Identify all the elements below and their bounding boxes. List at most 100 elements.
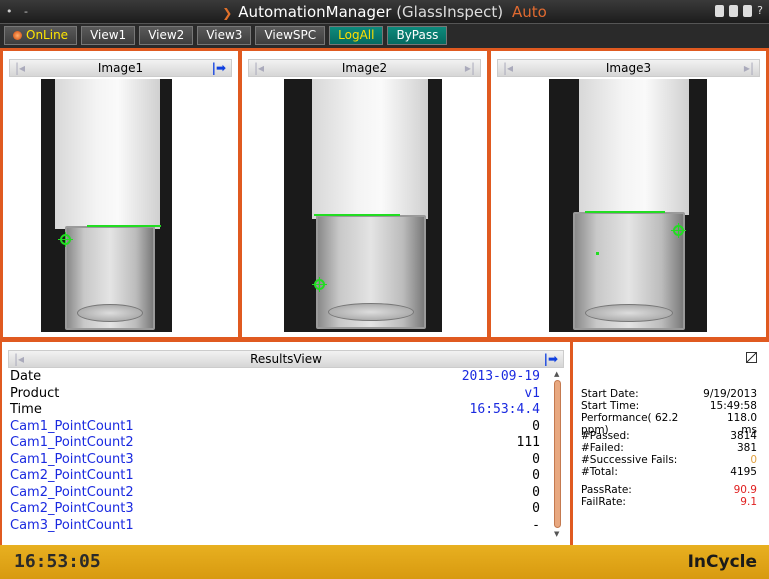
- stat-row: Start Date: 9/19/2013: [581, 388, 757, 400]
- glass-object: [573, 212, 685, 330]
- online-button-label: OnLine: [26, 28, 69, 42]
- machine-state: InCycle: [687, 552, 757, 572]
- refresh-icon[interactable]: [729, 5, 739, 17]
- lock-icon[interactable]: [743, 5, 753, 17]
- result-value: 16:53:4.4: [469, 402, 540, 417]
- next-arrow-icon[interactable]: |➡: [212, 60, 226, 76]
- stat-value: 3814: [730, 430, 757, 442]
- stat-value: 9.1: [740, 496, 757, 508]
- detection-target-icon: [58, 232, 73, 247]
- camera-background: [312, 79, 428, 219]
- window-controls: ?: [715, 5, 763, 17]
- stat-label: Performance( 62.2 ppm): [581, 412, 679, 436]
- view2-button[interactable]: View2: [139, 26, 194, 45]
- image-pane-label: Image1: [97, 61, 144, 75]
- stat-value: 9/19/2013: [703, 388, 757, 400]
- online-led-icon: [13, 31, 22, 40]
- image-pane-header: |◂ Image1 |➡: [9, 59, 232, 77]
- prev-arrow-icon[interactable]: |◂: [254, 60, 264, 76]
- edge-detection-line: [585, 211, 665, 213]
- results-row: Time 16:53:4.4: [10, 402, 540, 419]
- result-value: 0: [532, 418, 540, 434]
- image-pane-label: Image3: [605, 61, 652, 75]
- results-scrollbar[interactable]: ▲ ▼: [553, 370, 563, 538]
- image-pane-2: |◂ Image2 ▸|: [242, 51, 487, 337]
- result-key: Cam1_PointCount1: [10, 418, 134, 434]
- next-arrow-icon[interactable]: ▸|: [744, 60, 754, 76]
- stat-row: #Failed: 381: [581, 442, 757, 454]
- stat-row: Start Time: 15:49:58: [581, 400, 757, 412]
- view3-button[interactable]: View3: [197, 26, 252, 45]
- result-value: -: [532, 517, 540, 533]
- result-key: Cam2_PointCount2: [10, 484, 134, 500]
- result-value: 111: [516, 435, 540, 450]
- camera-image-3[interactable]: [549, 79, 707, 332]
- results-row: Date 2013-09-19: [10, 369, 540, 386]
- app-name: AutomationManager: [238, 3, 392, 21]
- stat-row: #Successive Fails: 0: [581, 454, 757, 466]
- status-clock: 16:53:05: [14, 551, 101, 572]
- result-value: 0: [532, 451, 540, 467]
- app-context: (GlassInspect): [396, 3, 504, 21]
- stat-row: Performance( 62.2 ppm) 118.0 ms: [581, 412, 757, 436]
- result-value: 0: [532, 484, 540, 500]
- result-value: 2013-09-19: [461, 369, 540, 384]
- stat-label: #Passed:: [581, 430, 630, 442]
- results-row: Product v1: [10, 386, 540, 403]
- camera-image-2[interactable]: [284, 79, 442, 332]
- results-row: Cam2_PointCount2 0: [10, 485, 540, 502]
- stat-label: #Successive Fails:: [581, 454, 678, 466]
- stat-row: #Passed: 3814: [581, 430, 757, 442]
- prev-arrow-icon[interactable]: |◂: [503, 60, 513, 76]
- result-key: Cam2_PointCount1: [10, 468, 134, 483]
- results-view: |◂ ResultsView |➡ Date 2013-09-19 Product…: [2, 342, 570, 545]
- viewspc-button[interactable]: ViewSPC: [255, 26, 326, 45]
- prev-arrow-icon[interactable]: |◂: [15, 60, 25, 76]
- edge-detection-line: [314, 214, 400, 216]
- next-arrow-icon[interactable]: |➡: [544, 351, 558, 367]
- glass-object: [316, 215, 426, 329]
- glass-base: [585, 304, 673, 322]
- camera-image-1[interactable]: [41, 79, 172, 332]
- window-title: ❯ AutomationManager (GlassInspect) Auto: [0, 3, 769, 21]
- detection-target-icon: [671, 223, 686, 238]
- stat-label: Start Date:: [581, 388, 639, 400]
- toolbar: OnLine View1 View2 View3 ViewSPC LogAll …: [0, 24, 769, 48]
- results-row: Cam2_PointCount3 0: [10, 501, 540, 518]
- results-header: |◂ ResultsView |➡: [8, 350, 564, 368]
- stat-label: PassRate:: [581, 484, 632, 496]
- run-mode: Auto: [511, 3, 547, 21]
- results-row: Cam1_PointCount1 0: [10, 419, 540, 436]
- stat-row: FailRate: 9.1: [581, 496, 757, 508]
- app-arrow-icon: ❯: [222, 6, 233, 20]
- scroll-up-icon[interactable]: ▲: [554, 370, 559, 378]
- image-panes: |◂ Image1 |➡ |◂ Image2 ▸| |◂ Image3 ▸|: [0, 48, 769, 340]
- glass-base: [328, 303, 414, 321]
- results-row: Cam2_PointCount1 0: [10, 468, 540, 485]
- status-bar: 16:53:05 InCycle: [0, 545, 769, 579]
- prev-arrow-icon[interactable]: |◂: [14, 351, 24, 367]
- results-title: ResultsView: [250, 352, 322, 366]
- save-icon[interactable]: [715, 5, 725, 17]
- bypass-button[interactable]: ByPass: [387, 26, 448, 45]
- stat-label: FailRate:: [581, 496, 626, 508]
- help-icon[interactable]: ?: [757, 5, 763, 17]
- online-button[interactable]: OnLine: [4, 26, 78, 45]
- logall-button[interactable]: LogAll: [329, 26, 384, 45]
- chart-icon[interactable]: [746, 352, 757, 363]
- stat-value: 4195: [730, 466, 757, 478]
- stat-label: #Total:: [581, 466, 618, 478]
- defect-point: [596, 252, 599, 255]
- next-arrow-icon[interactable]: ▸|: [465, 60, 475, 76]
- image-pane-header: |◂ Image3 ▸|: [497, 59, 760, 77]
- result-value: 0: [532, 501, 540, 516]
- title-bar: • - ❯ AutomationManager (GlassInspect) Au…: [0, 0, 769, 24]
- camera-background: [579, 79, 689, 215]
- scroll-thumb[interactable]: [554, 380, 561, 528]
- stat-value: 118.0 ms: [726, 412, 757, 436]
- stat-row: #Total: 4195: [581, 466, 757, 478]
- bottom-area: |◂ ResultsView |➡ Date 2013-09-19 Product…: [0, 340, 769, 545]
- stat-row: PassRate: 90.9: [581, 484, 757, 496]
- scroll-down-icon[interactable]: ▼: [554, 530, 559, 538]
- view1-button[interactable]: View1: [81, 26, 136, 45]
